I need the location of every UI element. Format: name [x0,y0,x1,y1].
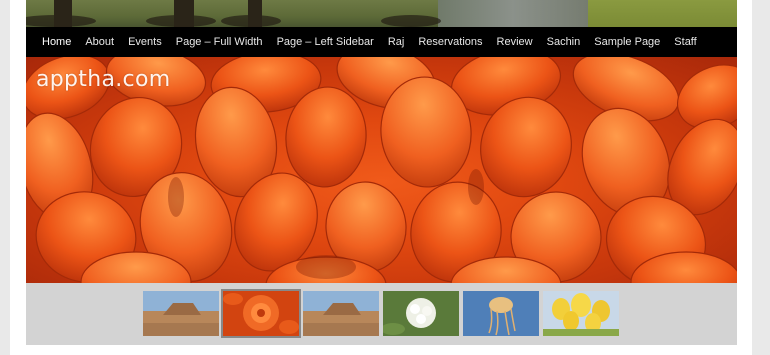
nav-item-sachin[interactable]: Sachin [547,36,581,48]
orange-dahlia-thumbnail[interactable] [221,289,301,338]
main-navigation: Home About Events Page – Full Width Page… [26,27,737,57]
nav-item-raj[interactable]: Raj [388,36,405,48]
desert-rock-thumbnail[interactable] [143,291,219,336]
desert-rock-thumbnail-2[interactable] [303,291,379,336]
thumbnail-strip [26,283,737,345]
yellow-tulips-thumbnail[interactable] [543,291,619,336]
nav-item-page-full-width[interactable]: Page – Full Width [176,36,263,48]
nav-item-page-left-sidebar[interactable]: Page – Left Sidebar [277,36,374,48]
jellyfish-thumbnail[interactable] [463,291,539,336]
nav-item-sample-page[interactable]: Sample Page [594,36,660,48]
site-logo: apptha.com [36,67,171,92]
nav-item-events[interactable]: Events [128,36,162,48]
nav-item-review[interactable]: Review [497,36,533,48]
white-hydrangea-thumbnail[interactable] [383,291,459,336]
header-image [26,0,737,27]
nav-item-about[interactable]: About [85,36,114,48]
nav-item-reservations[interactable]: Reservations [418,36,482,48]
banner-slide[interactable]: apptha.com [26,57,737,283]
nav-item-staff[interactable]: Staff [674,36,696,48]
nav-item-home[interactable]: Home [42,36,71,48]
